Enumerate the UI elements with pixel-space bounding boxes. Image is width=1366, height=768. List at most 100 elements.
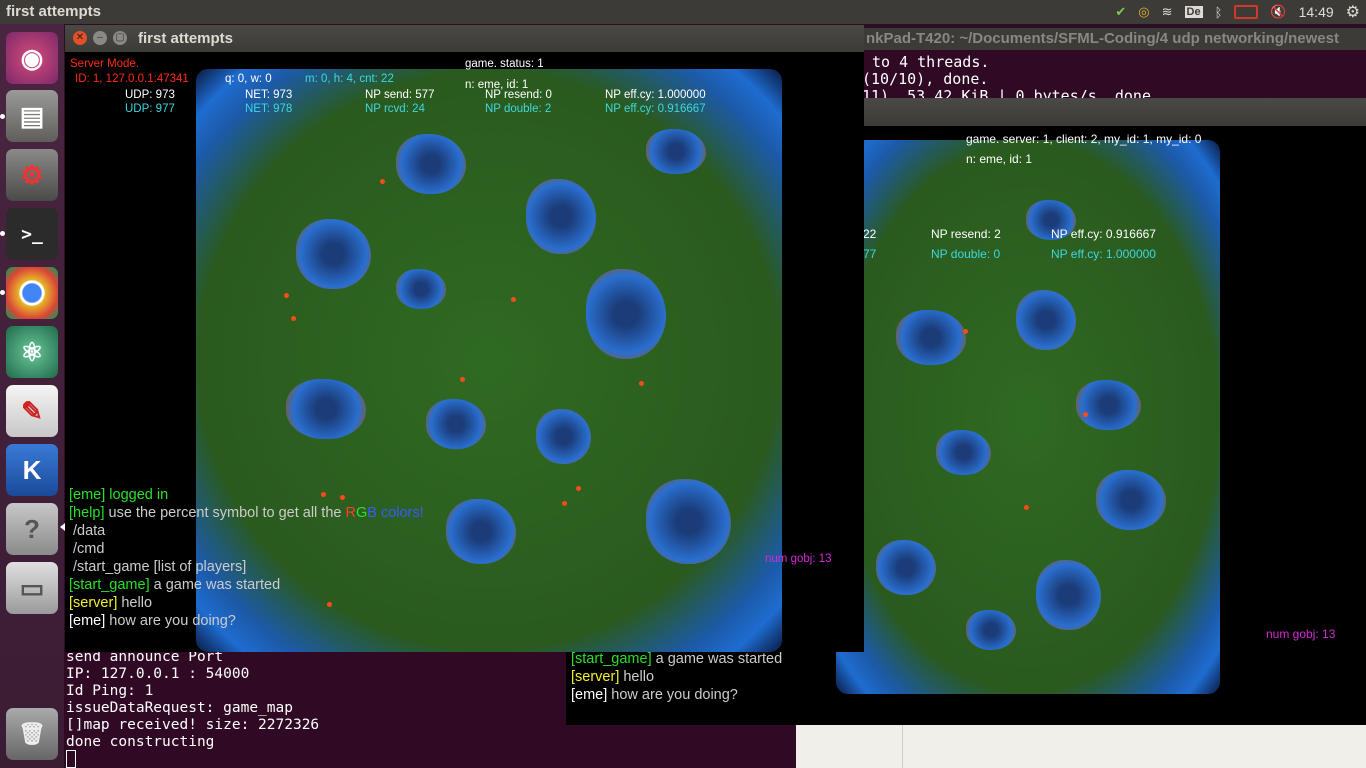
trash-button[interactable]: 🗑: [6, 708, 58, 760]
clock[interactable]: 14:49: [1299, 4, 1334, 20]
gear-icon[interactable]: ⚙: [1346, 2, 1360, 22]
client-chat-line: [server] hello: [571, 669, 654, 685]
chat-text: logged in: [105, 487, 169, 503]
chat-tag: [server]: [571, 669, 620, 685]
client-name-text: n: eme, id: 1: [966, 152, 1033, 166]
server-id-text: ID: 1, 127.0.0.1:47341: [75, 73, 189, 85]
server-mh-text: m: 0, h: 4, cnt: 22: [305, 73, 394, 85]
rgb-b: B: [367, 505, 377, 521]
client-num-gobj: num gobj: 13: [1266, 627, 1336, 641]
server-chat-line: [eme] how are you doing?: [69, 613, 236, 629]
chat-text: a game was started: [149, 577, 281, 593]
client-np-eff-white: NP eff.cy: 0.916667: [1051, 227, 1156, 241]
server-game-window[interactable]: ✕ – ▢ first attempts Server Mode. ID: 1,…: [65, 25, 864, 652]
server-np-resend: NP resend: 0: [485, 89, 552, 101]
active-window-title: first attempts: [6, 3, 102, 20]
back-terminal-titlebar[interactable]: nkPad-T420: ~/Documents/SFML-Coding/4 ud…: [862, 28, 1366, 50]
files-button[interactable]: ▤: [6, 90, 58, 142]
atom-button[interactable]: ⚛: [6, 326, 58, 378]
chat-text: /cmd: [73, 541, 105, 557]
client-np-eff-cyan: NP eff.cy: 1.000000: [1051, 247, 1156, 261]
background-file-window: [796, 725, 1366, 768]
rgb-rest: colors!: [376, 505, 424, 521]
terminal-line: Id Ping: 1: [66, 683, 154, 699]
chat-text: a game was started: [651, 651, 783, 667]
back-terminal-title: nkPad-T420: ~/Documents/SFML-Coding/4 ud…: [866, 30, 1339, 47]
server-net-cyan: NET: 978: [245, 103, 293, 115]
client-chat-line: [eme] how are you doing?: [571, 687, 738, 703]
client-partial-text: 77: [863, 247, 877, 261]
server-np-eff-white: NP eff.cy: 1.000000: [605, 89, 706, 101]
server-chat-line: /data: [73, 523, 105, 539]
system-tray: ✔ ◎ ≋ De ᛒ 🔇 14:49 ⚙: [1115, 0, 1366, 24]
document-viewer-button[interactable]: ✎: [6, 385, 58, 437]
chat-text: use the percent symbol to get all the: [104, 505, 346, 521]
maximize-button[interactable]: ▢: [113, 31, 127, 45]
system-settings-button[interactable]: ⚙: [6, 149, 58, 201]
server-num-gobj: num gobj: 13: [765, 553, 832, 565]
running-indicator: [0, 290, 5, 295]
server-chat-line: [help] use the percent symbol to get all…: [69, 505, 424, 521]
minimize-button[interactable]: –: [93, 31, 107, 45]
rgb-g: G: [355, 505, 368, 521]
server-qw-text: q: 0, w: 0: [225, 73, 272, 85]
kile-button[interactable]: K: [6, 444, 58, 496]
server-net-white: NET: 973: [245, 89, 293, 101]
drive-button[interactable]: ▭: [6, 562, 58, 614]
update-icon[interactable]: ✔: [1115, 4, 1126, 20]
close-button[interactable]: ✕: [73, 31, 87, 45]
server-np-eff-cyan: NP eff.cy: 0.916667: [605, 103, 706, 115]
chrome-button[interactable]: [6, 267, 58, 319]
wifi-icon[interactable]: ≋: [1162, 4, 1173, 20]
server-chat-line: [start_game] a game was started: [69, 577, 280, 593]
chat-tag: [help]: [69, 505, 105, 521]
client-np-resend: NP resend: 2: [931, 227, 1001, 241]
battery-icon[interactable]: [1234, 5, 1259, 19]
terminal-line: IP: 127.0.0.1 : 54000: [66, 666, 250, 682]
keyboard-layout-indicator[interactable]: De: [1184, 6, 1203, 18]
chat-tag: [eme]: [69, 487, 106, 503]
server-status-text: game. status: 1: [465, 58, 544, 70]
back-terminal[interactable]: to 4 threads. (10/10), done. 11), 53.42 …: [862, 50, 1366, 100]
bluetooth-icon[interactable]: ᛒ: [1215, 5, 1223, 20]
launcher: ◉ ▤ ⚙ >_ ⚛ ✎ K ? ▭ 🗑: [0, 24, 65, 768]
server-chat-line: [eme] logged in: [69, 487, 168, 503]
terminal-line: (10/10), done.: [862, 70, 989, 88]
server-udp-white: UDP: 973: [125, 89, 175, 101]
terminal-line: done constructing: [66, 734, 215, 750]
chat-tag: [server]: [69, 595, 118, 611]
chat-text: /data: [73, 523, 106, 539]
chat-text: /start_game [list of players]: [73, 559, 247, 575]
server-mode-text: Server Mode.: [70, 58, 140, 70]
running-indicator: [0, 114, 5, 119]
server-window-titlebar[interactable]: ✕ – ▢ first attempts: [65, 25, 864, 52]
server-np-send: NP send: 577: [365, 89, 435, 101]
ubuntu-dash-button[interactable]: ◉: [6, 32, 58, 84]
chat-tag: [start_game]: [571, 651, 652, 667]
server-udp-cyan: UDP: 977: [125, 103, 175, 115]
client-np-double: NP double: 0: [931, 247, 1001, 261]
terminal-line: issueDataRequest: game_map: [66, 700, 293, 716]
chat-text: how are you doing?: [105, 613, 236, 629]
volume-muted-icon[interactable]: 🔇: [1270, 4, 1286, 20]
help-button[interactable]: ?: [6, 503, 58, 555]
terminal-button[interactable]: >_: [6, 208, 58, 260]
server-np-double: NP double: 2: [485, 103, 552, 115]
server-window-title: first attempts: [138, 30, 234, 47]
server-game-map[interactable]: [196, 69, 782, 652]
chrome-tray-icon[interactable]: ◎: [1138, 4, 1149, 20]
client-chat-line: [start_game] a game was started: [571, 651, 782, 667]
terminal-line: to 4 threads.: [872, 53, 990, 71]
client-game-map[interactable]: [836, 140, 1220, 694]
chat-tag: [start_game]: [69, 577, 150, 593]
terminal-cursor: [66, 750, 76, 768]
server-chat-line: /cmd: [73, 541, 104, 557]
terminal-line: []map received! size: 2272326: [66, 717, 320, 733]
rgb-r: R: [345, 505, 356, 521]
chat-tag: [eme]: [69, 613, 106, 629]
chat-text: how are you doing?: [607, 687, 738, 703]
client-status-text: game. server: 1, client: 2, my_id: 1, my…: [966, 132, 1202, 146]
server-chat-line: [server] hello: [69, 595, 152, 611]
client-partial-text: 22: [863, 227, 877, 241]
top-panel: first attempts ✔ ◎ ≋ De ᛒ 🔇 14:49 ⚙: [0, 0, 1366, 24]
